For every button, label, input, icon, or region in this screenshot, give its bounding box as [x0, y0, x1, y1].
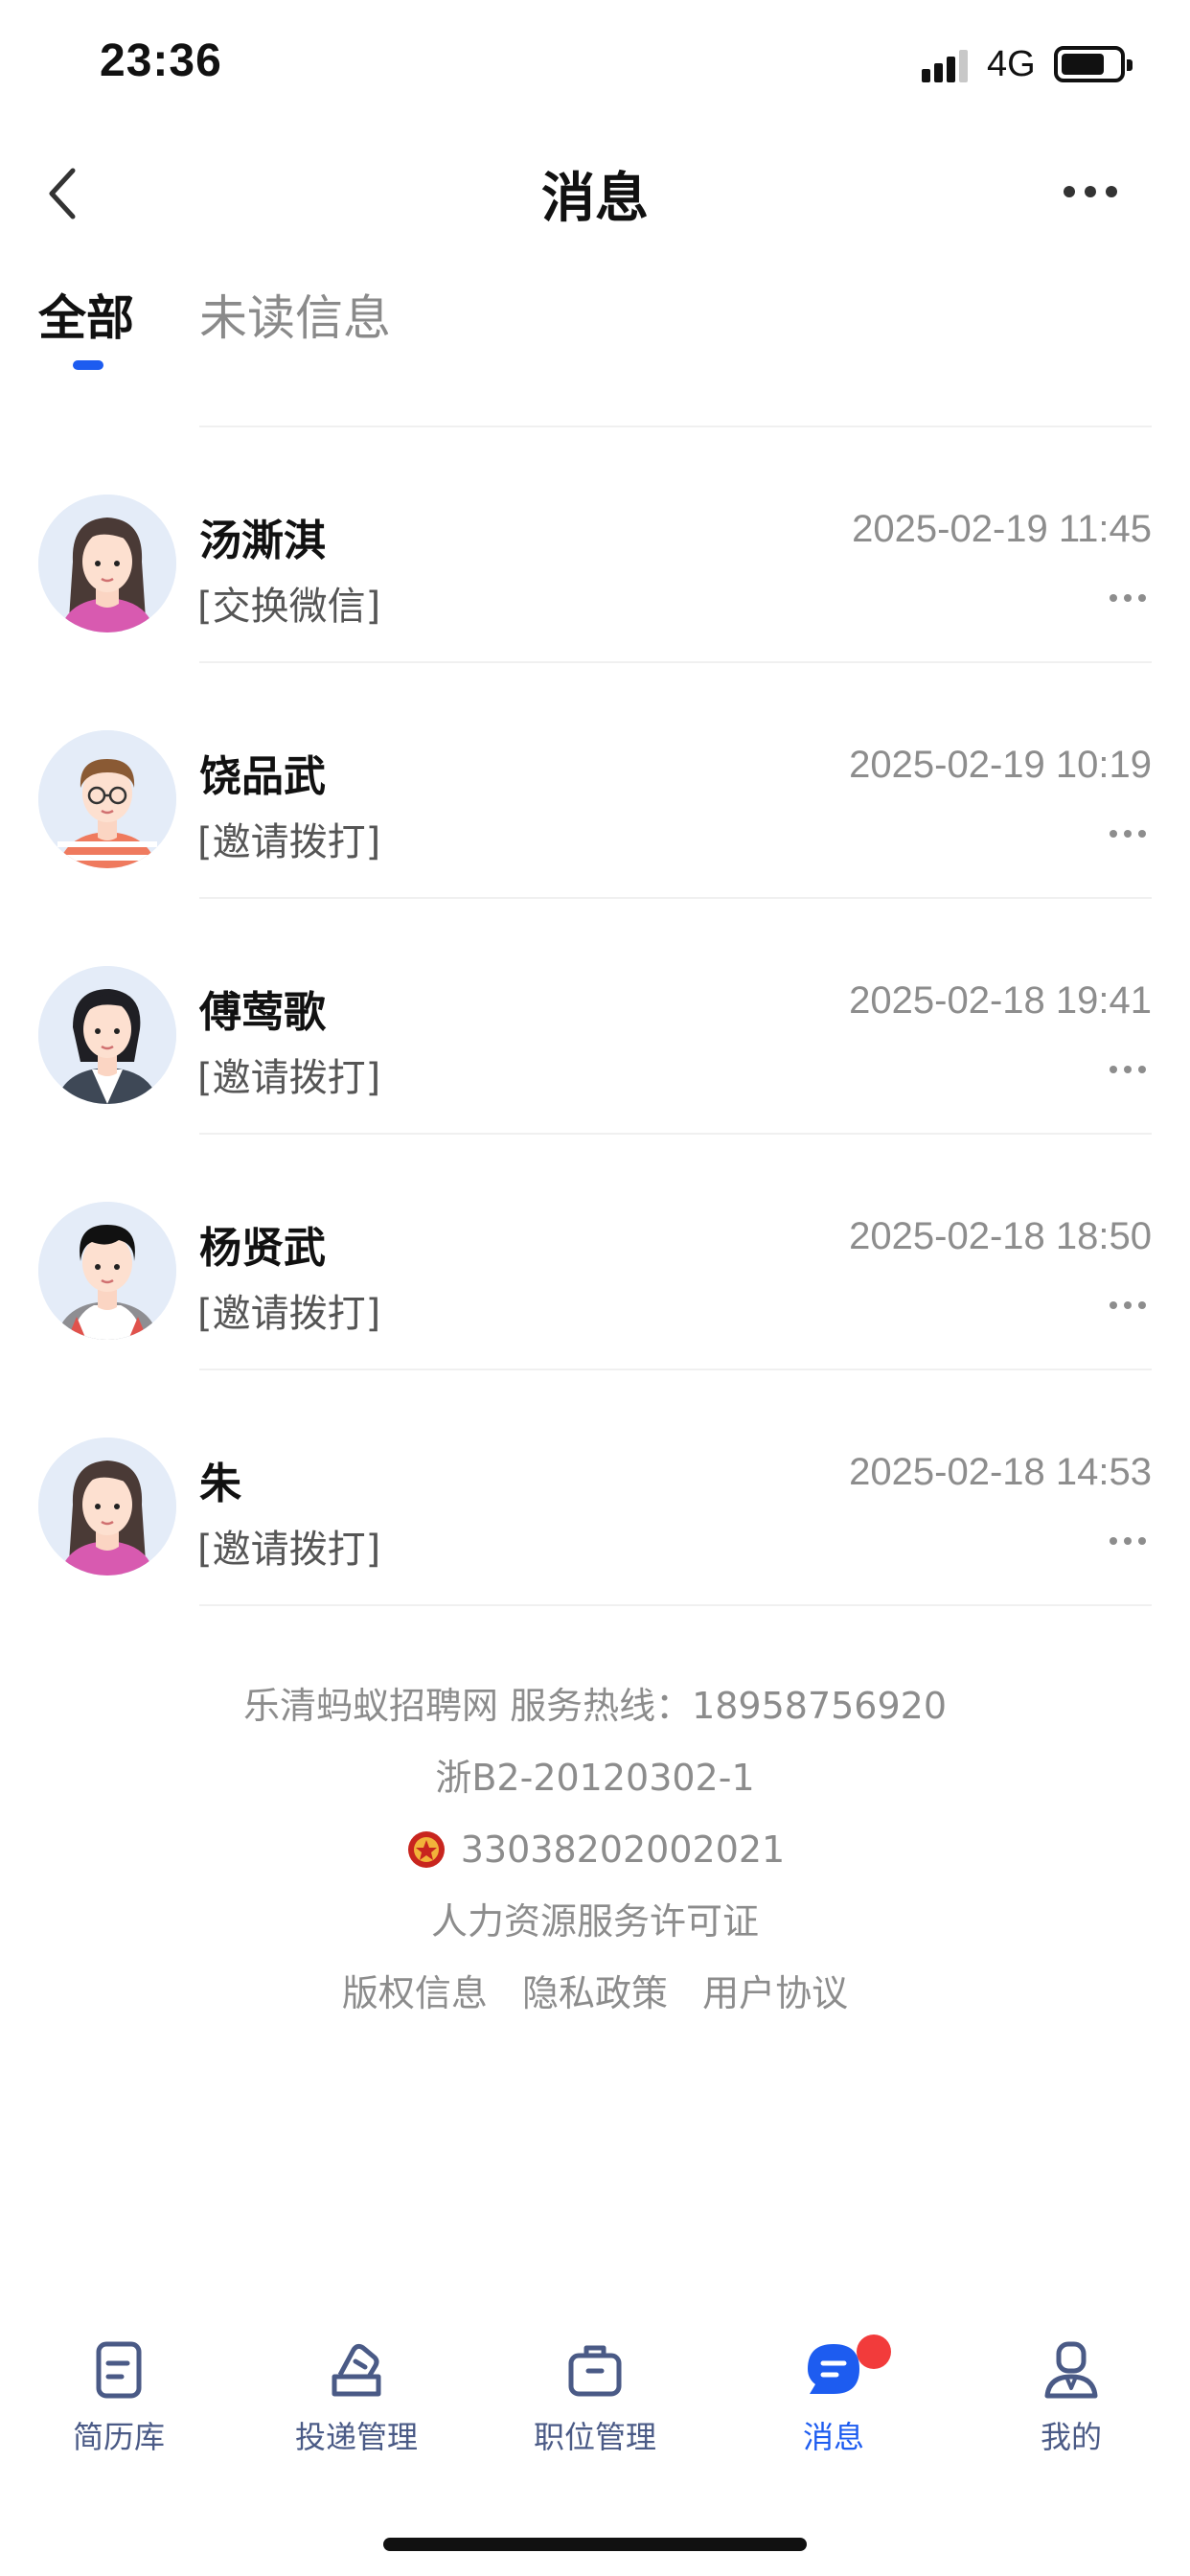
avatar — [38, 966, 176, 1104]
list-item[interactable]: 傅莺歌 2025-02-18 19:41 [邀请拨打] — [0, 899, 1190, 1135]
tabbar-item-delivery[interactable]: 投递管理 — [261, 2338, 452, 2457]
list-item[interactable]: 朱 2025-02-18 14:53 [邀请拨打] — [0, 1370, 1190, 1606]
nav-bar: 消息 — [0, 134, 1190, 249]
message-time: 2025-02-18 19:41 — [849, 979, 1152, 1022]
icp-record[interactable]: 浙B2-20120302-1 — [0, 1747, 1190, 1819]
police-record-row[interactable]: 33038202002021 — [0, 1819, 1190, 1891]
male-glasses-avatar-icon — [38, 730, 176, 868]
privacy-policy-link[interactable]: 隐私政策 — [522, 1972, 668, 2014]
more-horizontal-icon[interactable] — [1110, 1535, 1146, 1547]
resume-icon — [96, 2341, 142, 2399]
more-horizontal-icon[interactable] — [1064, 182, 1121, 201]
divider — [199, 1604, 1152, 1606]
message-preview: [交换微信] — [197, 585, 381, 629]
police-record-number: 33038202002021 — [460, 1828, 786, 1871]
home-indicator[interactable] — [383, 2538, 807, 2551]
briefcase-icon — [568, 2345, 622, 2397]
more-horizontal-icon[interactable] — [1110, 1300, 1146, 1311]
signal-icon — [922, 48, 972, 82]
avatar — [38, 1202, 176, 1340]
more-horizontal-icon[interactable] — [1110, 592, 1146, 604]
female-suit-avatar-icon — [38, 966, 176, 1104]
tabbar-item-resume[interactable]: 简历库 — [23, 2338, 215, 2457]
hr-license[interactable]: 人力资源服务许可证 — [0, 1891, 1190, 1963]
more-horizontal-icon[interactable] — [1110, 828, 1146, 840]
tabbar-label: 我的 — [1040, 2419, 1102, 2455]
female-avatar-icon — [38, 1438, 176, 1576]
message-preview: [邀请拨打] — [197, 1528, 381, 1572]
contact-name: 朱 — [199, 1460, 241, 1508]
tab-active-indicator — [73, 360, 103, 370]
message-time: 2025-02-18 14:53 — [849, 1451, 1152, 1493]
message-preview: [邀请拨打] — [197, 1292, 381, 1336]
avatar — [38, 494, 176, 632]
police-emblem-icon — [407, 1830, 445, 1868]
delivery-icon — [332, 2343, 381, 2397]
user-agreement-link[interactable]: 用户协议 — [702, 1972, 848, 2014]
network-label: 4G — [987, 44, 1036, 84]
avatar — [38, 730, 176, 868]
list-item[interactable]: 杨贤武 2025-02-18 18:50 [邀请拨打] — [0, 1135, 1190, 1370]
status-bar: 23:36 4G — [0, 0, 1190, 125]
tab-all[interactable]: 全部 — [38, 280, 134, 349]
unread-badge — [857, 2334, 891, 2369]
tabbar-label: 简历库 — [72, 2419, 165, 2455]
message-list: 汤澌淇 2025-02-19 11:45 [交换微信] 饶品武 2025-02-… — [0, 427, 1190, 1606]
contact-name: 饶品武 — [199, 752, 326, 801]
female-avatar-icon — [38, 494, 176, 632]
status-time: 23:36 — [100, 35, 222, 86]
tab-unread[interactable]: 未读信息 — [199, 280, 391, 349]
list-item[interactable]: 汤澌淇 2025-02-19 11:45 [交换微信] — [0, 427, 1190, 663]
contact-name: 傅莺歌 — [199, 988, 326, 1037]
message-preview: [邀请拨打] — [197, 820, 381, 864]
message-time: 2025-02-19 11:45 — [852, 508, 1152, 550]
avatar — [38, 1438, 176, 1576]
message-preview: [邀请拨打] — [197, 1056, 381, 1100]
message-time: 2025-02-18 18:50 — [849, 1215, 1152, 1257]
tabbar-label: 职位管理 — [533, 2419, 656, 2455]
tabbar-item-jobs[interactable]: 职位管理 — [499, 2338, 691, 2457]
bottom-tab-bar: 简历库 投递管理 职位管理 消息 我的 — [0, 2334, 1190, 2463]
male-avatar-icon — [38, 1202, 176, 1340]
contact-name: 汤澌淇 — [199, 517, 326, 565]
message-icon — [808, 2344, 859, 2394]
message-time: 2025-02-19 10:19 — [849, 744, 1152, 786]
tabbar-item-profile[interactable]: 我的 — [975, 2338, 1167, 2457]
copyright-link[interactable]: 版权信息 — [342, 1972, 488, 2014]
page-title: 消息 — [541, 168, 649, 230]
more-horizontal-icon[interactable] — [1110, 1064, 1146, 1075]
battery-icon — [1054, 46, 1133, 82]
contact-name: 杨贤武 — [199, 1224, 326, 1273]
tabbar-label: 投递管理 — [294, 2419, 418, 2455]
tabbar-label: 消息 — [802, 2419, 864, 2455]
message-tabs: 全部 未读信息 — [0, 280, 1190, 385]
list-item[interactable]: 饶品武 2025-02-19 10:19 [邀请拨打] — [0, 663, 1190, 899]
footer-links: 版权信息 隐私政策 用户协议 — [0, 1963, 1190, 2035]
company-hotline: 乐清蚂蚁招聘网 服务热线：18958756920 — [242, 1685, 948, 1727]
site-footer: 乐清蚂蚁招聘网 服务热线：18958756920 浙B2-20120302-1 … — [0, 1675, 1190, 2035]
tabbar-item-messages[interactable]: 消息 — [738, 2334, 929, 2457]
profile-icon — [1044, 2341, 1098, 2399]
